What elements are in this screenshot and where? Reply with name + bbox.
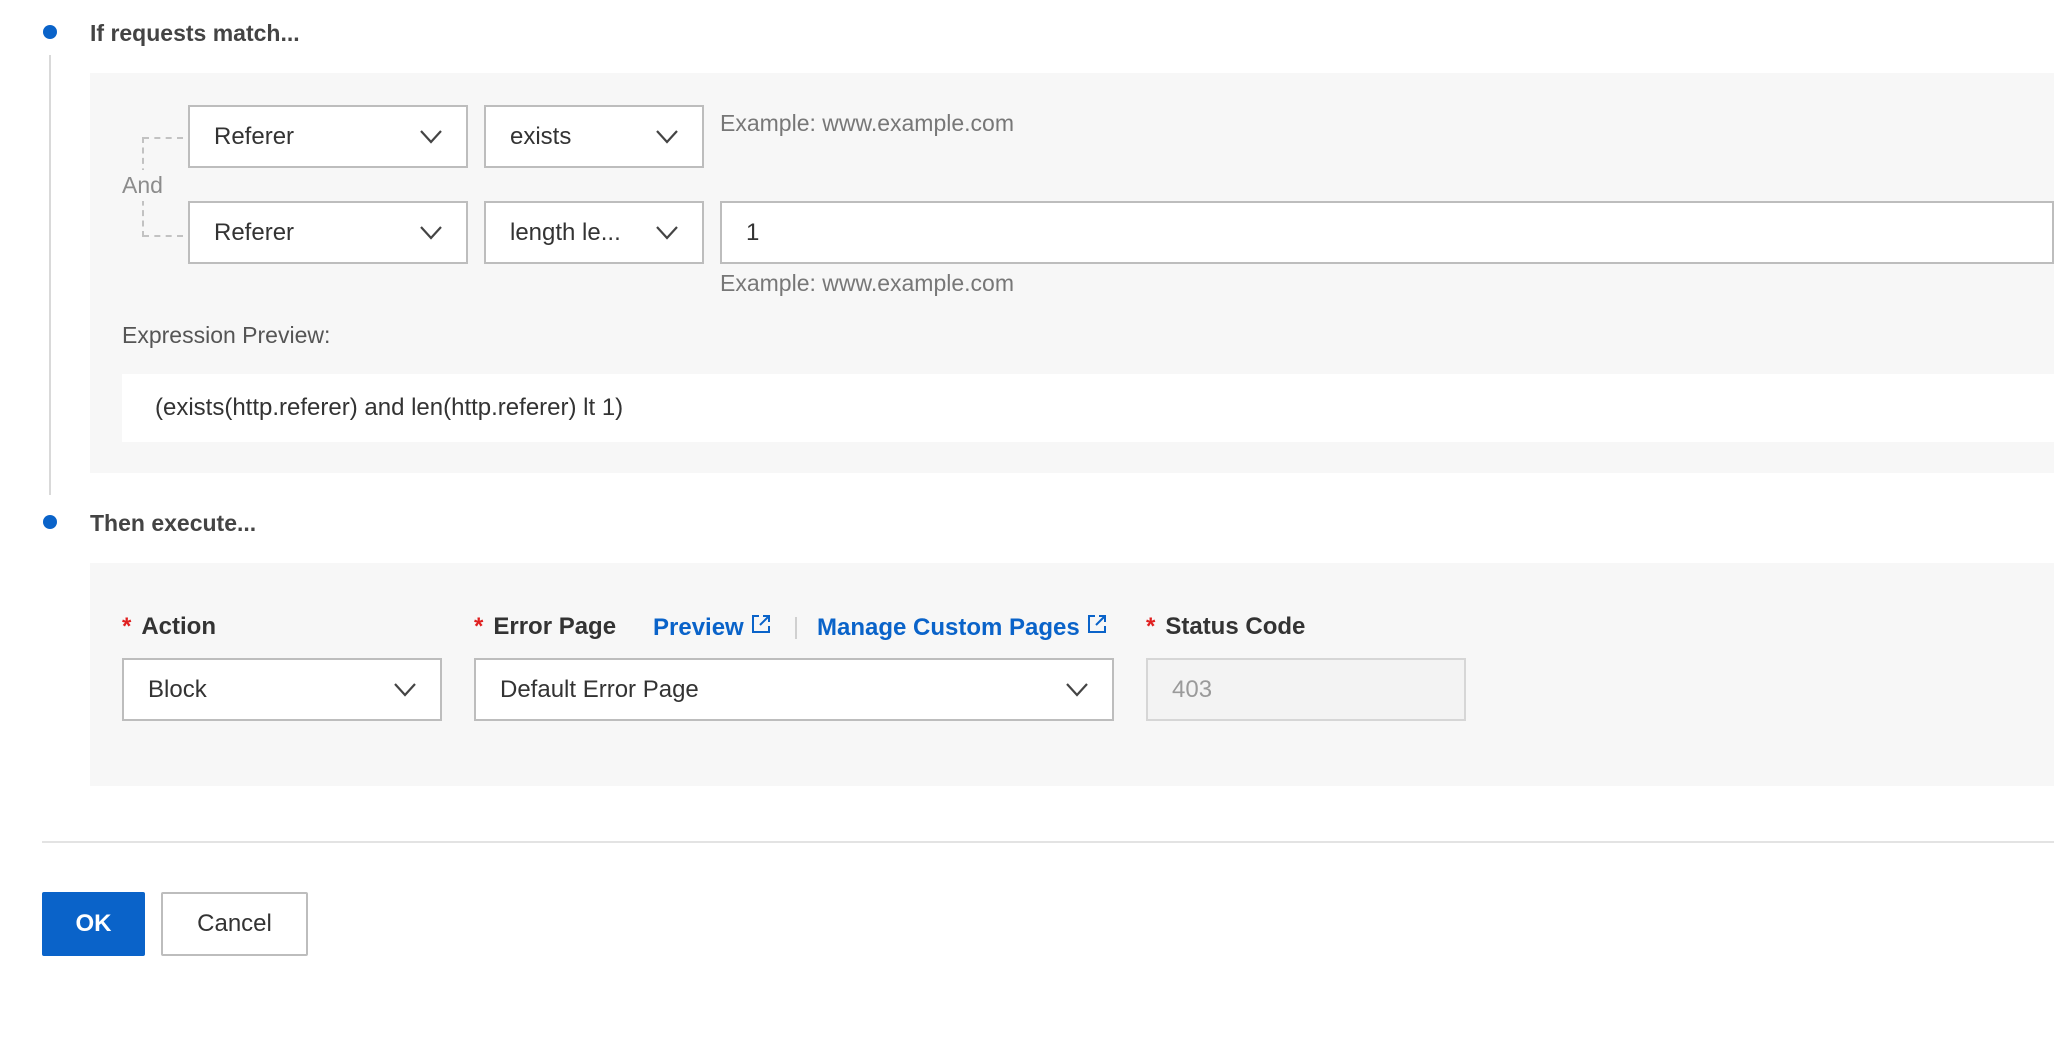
condition-2-field-value: Referer <box>214 218 295 246</box>
ok-button[interactable]: OK <box>42 892 145 956</box>
condition-1-field-select[interactable]: Referer <box>188 105 468 168</box>
condition-2-field-select[interactable]: Referer <box>188 201 468 264</box>
step-execute-title: Then execute... <box>90 510 257 536</box>
chevron-down-icon <box>656 222 678 244</box>
error-page-select-value: Default Error Page <box>500 675 699 703</box>
condition-2-hint: Example: www.example.com <box>720 270 1014 296</box>
preview-link[interactable]: Preview <box>653 613 772 642</box>
condition-2-operator-value: length le... <box>510 218 621 246</box>
condition-1-operator-select[interactable]: exists <box>484 105 704 168</box>
and-connector-label: And <box>120 170 165 201</box>
error-page-label: * Error Page <box>474 613 617 640</box>
action-select[interactable]: Block <box>122 658 442 721</box>
manage-custom-pages-link[interactable]: Manage Custom Pages <box>817 613 1108 642</box>
connector-top <box>143 137 183 139</box>
condition-1-field-value: Referer <box>214 122 295 150</box>
condition-2-value-text: 1 <box>746 218 760 246</box>
expression-preview-box: (exists(http.referer) and len(http.refer… <box>122 374 2054 442</box>
external-link-icon <box>1086 613 1108 642</box>
status-code-value: 403 <box>1172 675 1213 703</box>
step-execute-dot <box>43 515 57 529</box>
step-match-dot <box>43 25 57 39</box>
condition-2-operator-select[interactable]: length le... <box>484 201 704 264</box>
connector-bottom <box>143 235 183 237</box>
step-match-title: If requests match... <box>90 20 300 46</box>
required-marker: * <box>1146 613 1156 640</box>
link-separator <box>795 617 797 639</box>
step-connector-line <box>49 55 51 495</box>
chevron-down-icon <box>420 222 442 244</box>
required-marker: * <box>474 613 484 640</box>
action-select-value: Block <box>148 675 207 703</box>
chevron-down-icon <box>394 679 416 701</box>
cancel-button[interactable]: Cancel <box>161 892 308 956</box>
status-code-label: * Status Code <box>1146 613 1306 640</box>
chevron-down-icon <box>1066 679 1088 701</box>
status-code-input: 403 <box>1146 658 1466 721</box>
error-page-select[interactable]: Default Error Page <box>474 658 1114 721</box>
condition-2-value-input[interactable]: 1 <box>720 201 2054 264</box>
expression-preview-label: Expression Preview: <box>122 322 331 348</box>
chevron-down-icon <box>656 126 678 148</box>
condition-1-operator-value: exists <box>510 122 572 150</box>
footer-divider <box>42 841 2054 843</box>
chevron-down-icon <box>420 126 442 148</box>
action-label: * Action <box>122 613 217 640</box>
required-marker: * <box>122 613 132 640</box>
condition-1-hint: Example: www.example.com <box>720 110 1014 136</box>
expression-preview-text: (exists(http.referer) and len(http.refer… <box>155 394 624 421</box>
external-link-icon <box>750 613 772 642</box>
